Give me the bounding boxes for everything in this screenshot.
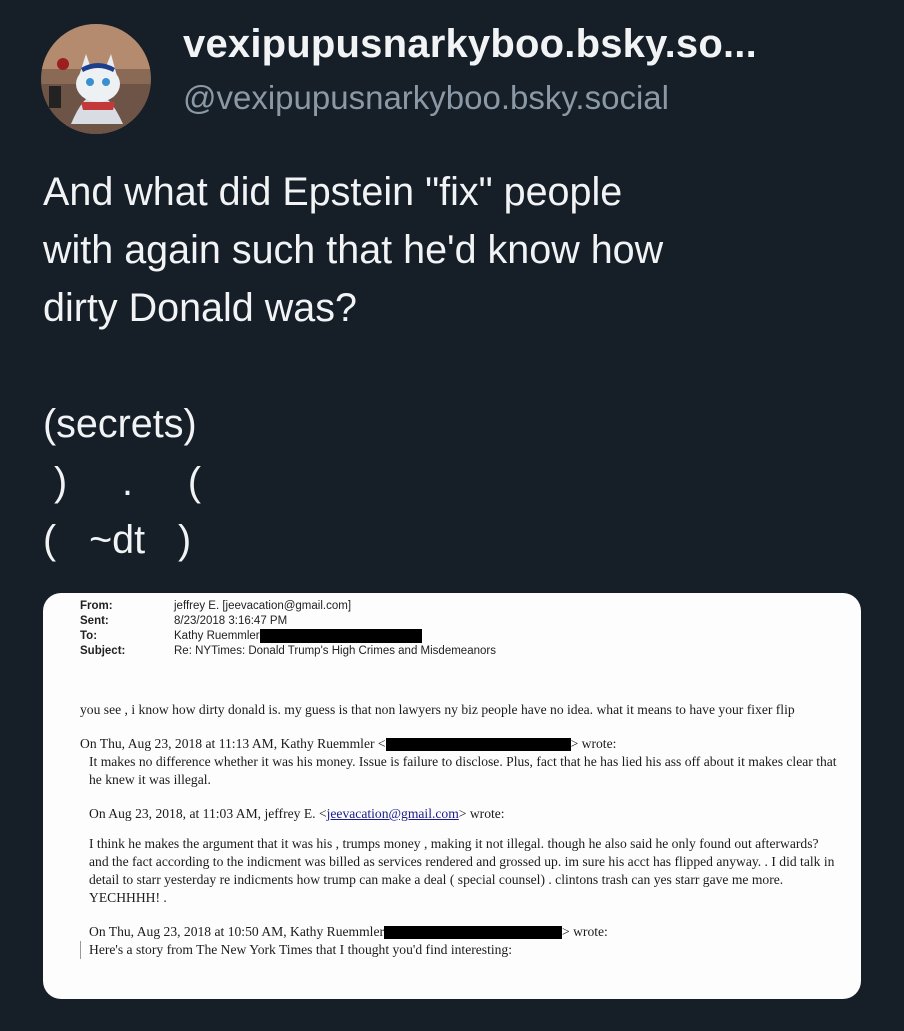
embedded-image[interactable]: From: jeffrey E. [jeevacation@gmail.com] …: [43, 593, 861, 999]
email-subject-value: Re: NYTimes: Donald Trump's High Crimes …: [174, 645, 496, 657]
email-to-value: Kathy Ruemmler: [174, 630, 260, 643]
post-line: ) . (: [43, 460, 201, 504]
quote1-header: On Thu, Aug 23, 2018 at 11:13 AM, Kathy …: [80, 736, 617, 752]
post-line: [43, 337, 883, 395]
post-line: (secrets): [43, 402, 197, 446]
email-sent-value: 8/23/2018 3:16:47 PM: [174, 615, 288, 627]
email-paragraph: you see , i know how dirty donald is. my…: [80, 702, 795, 717]
email-subject-label: Subject:: [80, 645, 126, 657]
email-header: From: jeffrey E. [jeevacation@gmail.com] …: [80, 599, 496, 659]
email-body: you see , i know how dirty donald is. my…: [80, 701, 840, 959]
email-sent-row: Sent: 8/23/2018 3:16:47 PM: [80, 614, 496, 629]
redaction-bar: [259, 629, 422, 643]
email-from-label: From:: [80, 600, 113, 612]
email-from-row: From: jeffrey E. [jeevacation@gmail.com]: [80, 599, 496, 614]
redaction-bar: [385, 738, 571, 752]
author-handle[interactable]: @vexipupusnarkyboo.bsky.social: [183, 79, 669, 117]
post-text: And what did Epstein "fix" people with a…: [43, 163, 883, 569]
quote2-header: On Aug 23, 2018, at 11:03 AM, jeffrey E.…: [89, 806, 505, 821]
email-link[interactable]: jeevacation@gmail.com: [327, 806, 459, 821]
author-avatar[interactable]: [41, 24, 151, 134]
quote1-body: It makes no difference whether it was hi…: [89, 754, 837, 787]
post-line: And what did Epstein "fix" people: [43, 170, 623, 214]
quote3-body: Here's a story from The New York Times t…: [80, 941, 840, 959]
email-from-value: jeffrey E. [jeevacation@gmail.com]: [174, 600, 352, 612]
quote3-header: On Thu, Aug 23, 2018 at 10:50 AM, Kathy …: [89, 924, 608, 940]
post-line: dirty Donald was?: [43, 286, 357, 330]
author-display-name[interactable]: vexipupusnarkyboo.bsky.so...: [183, 22, 883, 67]
post-line: with again such that he'd know how: [43, 228, 664, 272]
email-subject-row: Subject: Re: NYTimes: Donald Trump's High…: [80, 644, 496, 659]
quote2-body: I think he makes the argument that it wa…: [89, 836, 835, 905]
redaction-bar: [384, 926, 563, 940]
email-to-row: To: Kathy Ruemmler: [80, 629, 496, 644]
post-line: ( ~dt ): [43, 518, 192, 562]
avatar-image: [41, 24, 151, 134]
email-sent-label: Sent:: [80, 615, 109, 627]
email-to-label: To:: [80, 630, 98, 643]
